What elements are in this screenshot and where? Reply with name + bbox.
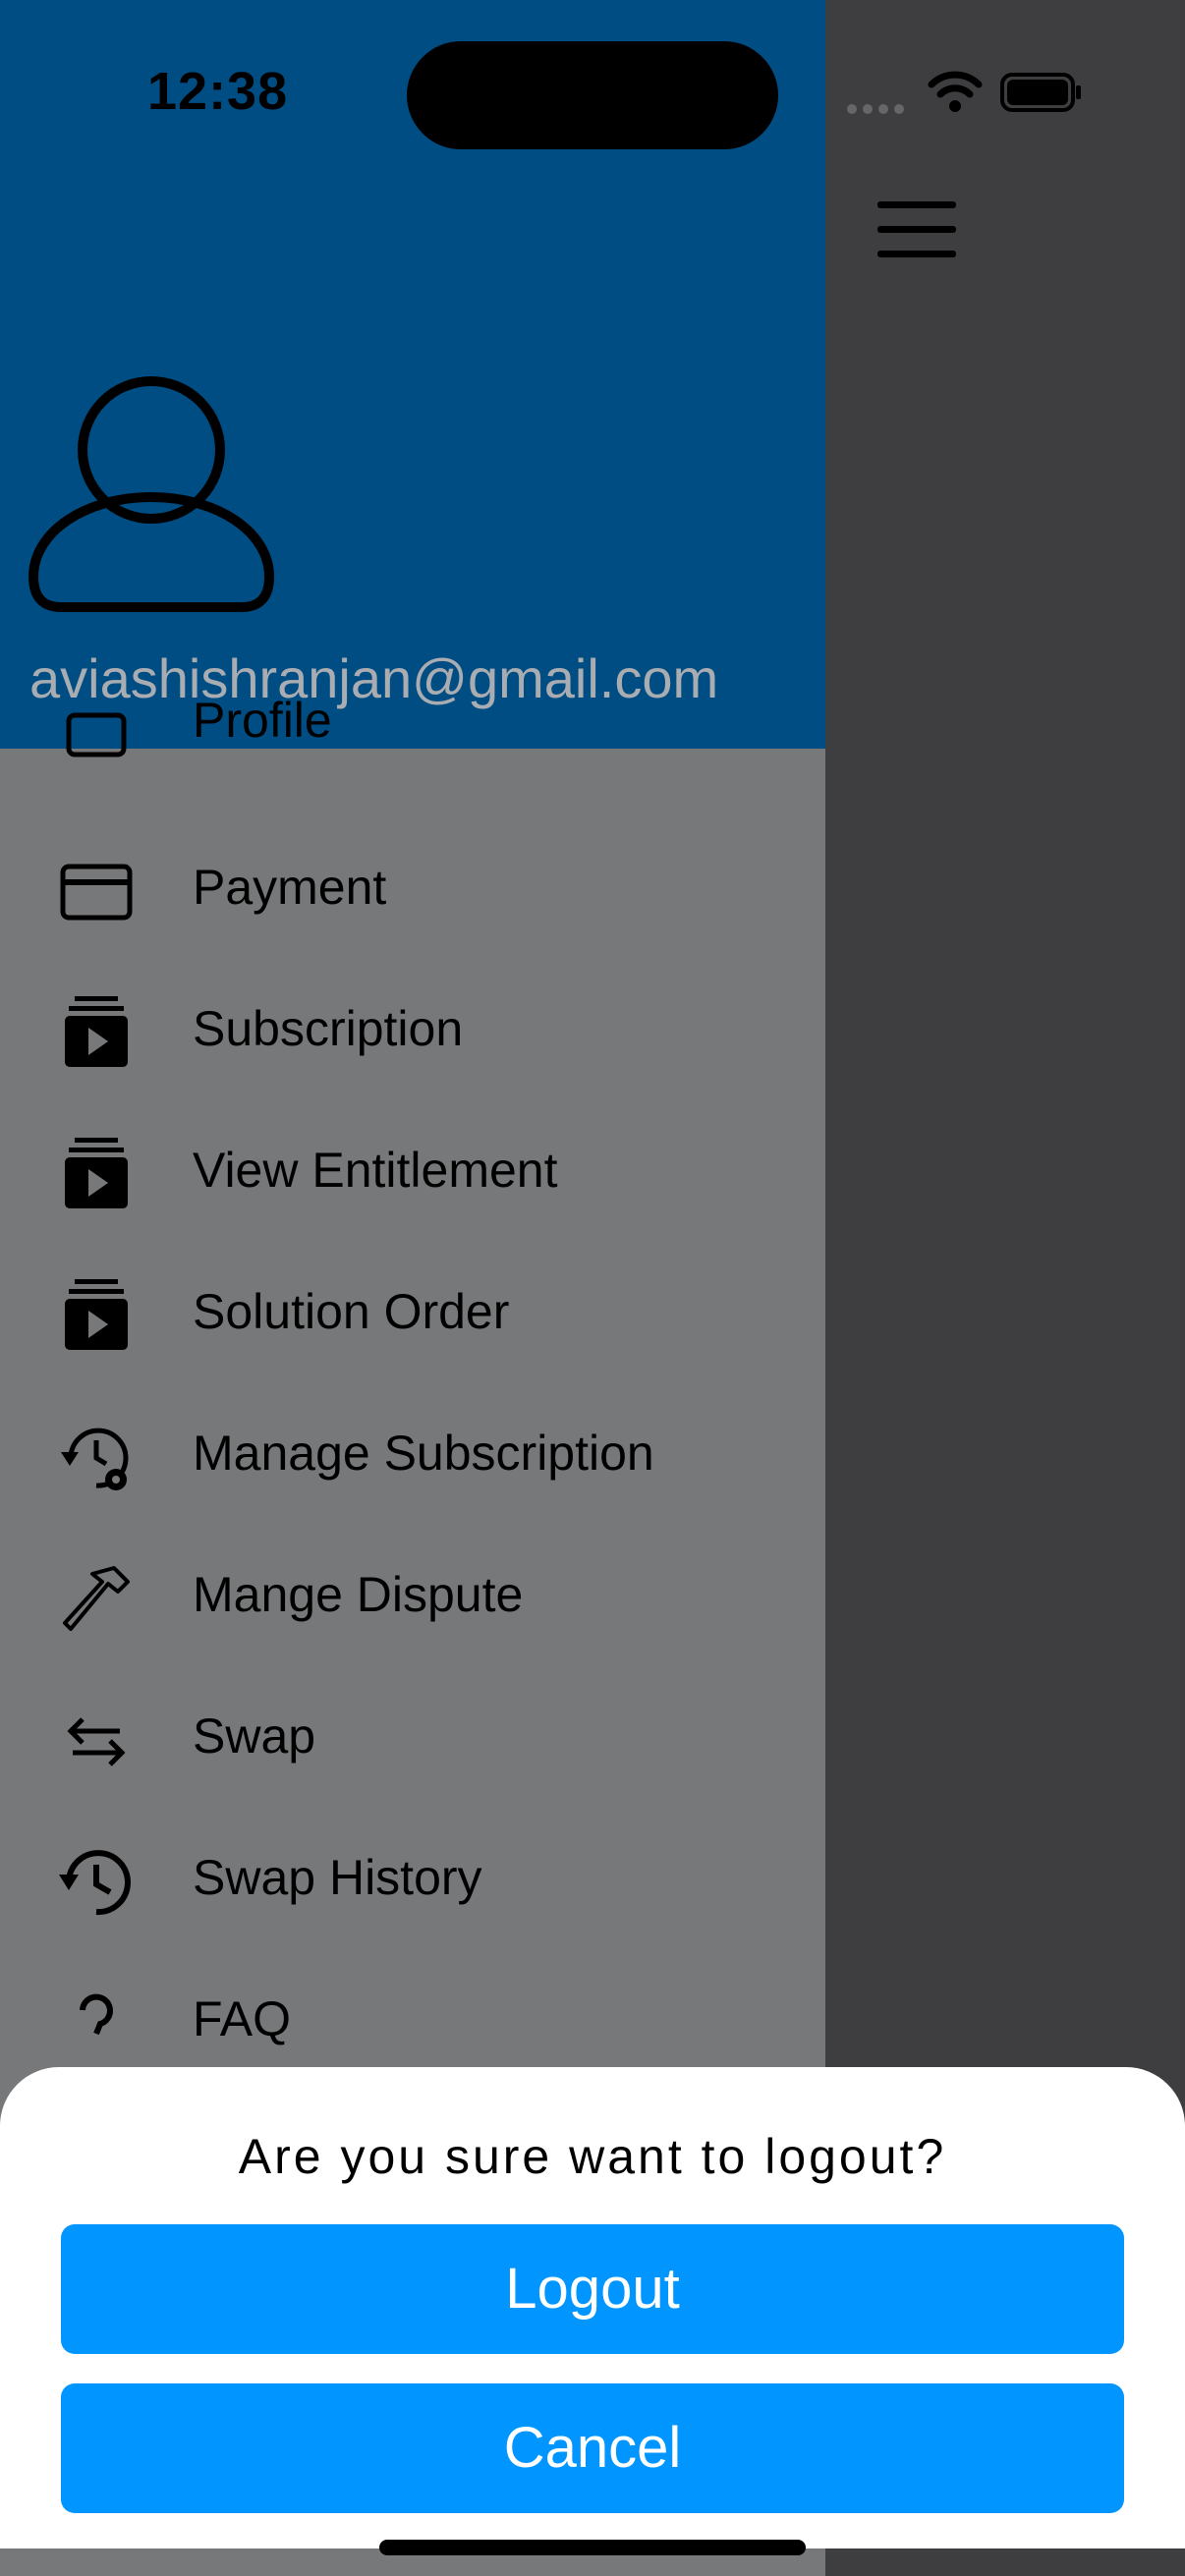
help-icon xyxy=(80,1993,113,2036)
dialog-title: Are you sure want to logout? xyxy=(238,2129,947,2184)
logout-dialog: Are you sure want to logout? Logout Canc… xyxy=(0,2067,1185,2548)
menu-item-label: Profile xyxy=(193,693,332,748)
menu-item-faq[interactable]: FAQ xyxy=(0,1949,825,2077)
menu-item-manage-subscription[interactable]: Manage Subscription xyxy=(0,1383,825,1511)
menu-item-label: Swap History xyxy=(193,1850,482,1905)
menu-item-subscription[interactable]: Subscription xyxy=(0,959,825,1087)
menu-item-swap-history[interactable]: Swap History xyxy=(0,1808,825,1935)
swap-arrows-icon xyxy=(67,1717,126,1766)
battery-icon xyxy=(1000,73,1081,112)
menu-item-solution-order[interactable]: Solution Order xyxy=(0,1242,825,1370)
manage-history-icon xyxy=(61,1428,129,1490)
menu-item-swap[interactable]: Swap xyxy=(0,1666,825,1794)
home-indicator[interactable] xyxy=(379,2540,806,2555)
menu-item-manage-dispute[interactable]: Mange Dispute xyxy=(0,1525,825,1652)
menu-item-view-entitlement[interactable]: View Entitlement xyxy=(0,1100,825,1228)
logout-button[interactable]: Logout xyxy=(61,2224,1124,2354)
status-indicators xyxy=(847,69,1083,118)
user-avatar-icon xyxy=(28,376,275,612)
wifi-icon xyxy=(928,71,983,112)
gavel-icon xyxy=(63,1566,130,1631)
subscription-icon xyxy=(65,1138,128,1208)
menu-item-label: View Entitlement xyxy=(193,1143,558,1198)
cancel-button[interactable]: Cancel xyxy=(61,2383,1124,2513)
dynamic-island xyxy=(407,41,778,149)
menu-item-label: Mange Dispute xyxy=(193,1567,524,1622)
menu-item-label: Swap xyxy=(193,1708,316,1764)
signal-icon xyxy=(847,104,906,114)
menu-item-profile[interactable]: Profile xyxy=(0,650,825,778)
menu-item-label: FAQ xyxy=(193,1991,292,2046)
status-time: 12:38 xyxy=(147,62,289,121)
person-icon xyxy=(66,712,127,757)
menu-item-payment[interactable]: Payment xyxy=(0,817,825,945)
menu-item-label: Solution Order xyxy=(193,1284,510,1339)
credit-card-icon xyxy=(60,864,133,921)
menu-item-label: Manage Subscription xyxy=(193,1426,654,1481)
menu-item-label: Payment xyxy=(193,860,387,915)
subscription-icon xyxy=(65,1279,128,1350)
history-icon xyxy=(59,1850,131,1916)
menu-icon[interactable] xyxy=(877,201,956,258)
subscription-icon xyxy=(65,996,128,1067)
menu-item-label: Subscription xyxy=(193,1001,464,1056)
